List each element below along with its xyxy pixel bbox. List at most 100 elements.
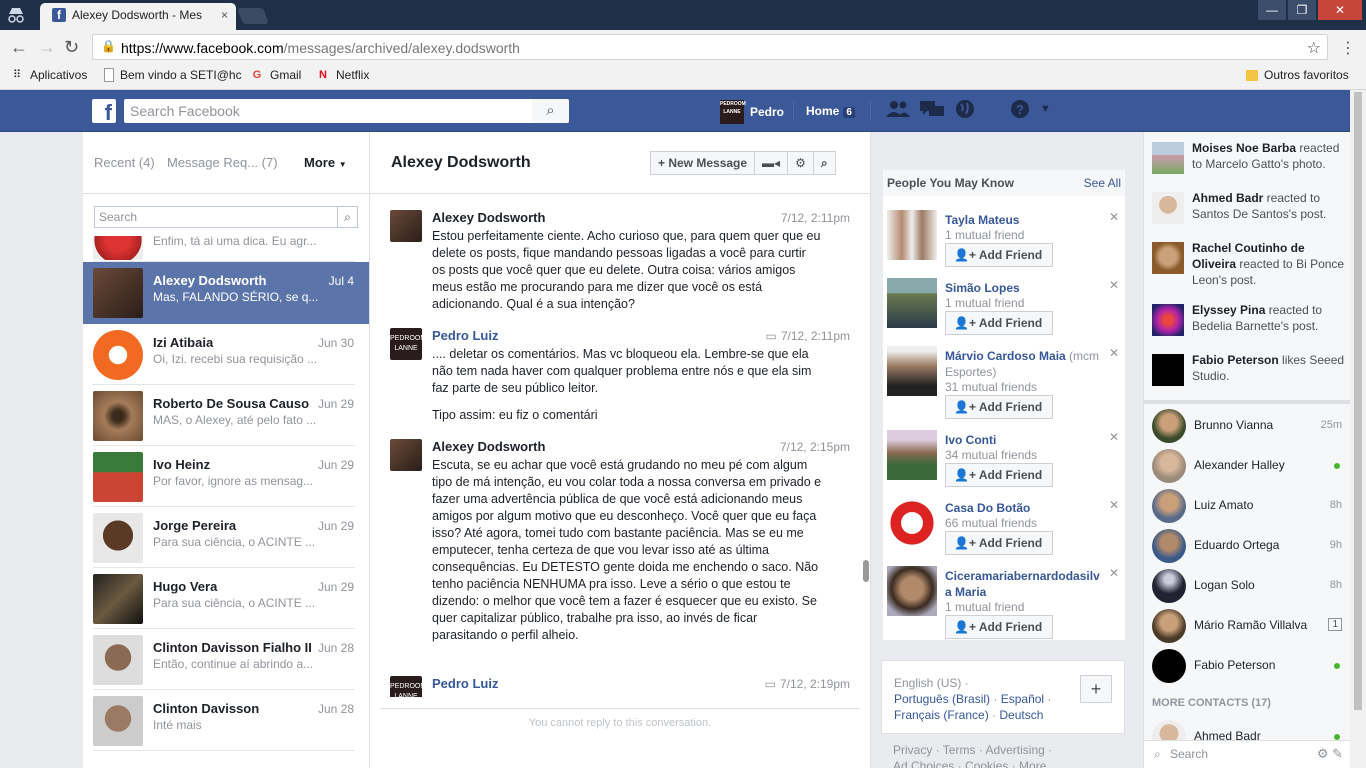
close-icon[interactable]: ✕: [1109, 430, 1119, 444]
tab-message-requests[interactable]: Message Req... (7): [167, 155, 278, 170]
video-call-icon[interactable]: ▬◂: [754, 151, 789, 175]
avatar[interactable]: [887, 498, 937, 548]
page-scrollbar[interactable]: [1350, 90, 1366, 768]
chat-contact[interactable]: Ahmed Badr: [1152, 720, 1342, 740]
bookmark-other[interactable]: Outros favoritos: [1246, 68, 1349, 82]
bookmark-apps[interactable]: ⠿ Aplicativos: [10, 68, 87, 82]
close-icon[interactable]: ✕: [1109, 566, 1119, 580]
gear-icon[interactable]: ⚙: [1317, 746, 1329, 761]
threads-search-input[interactable]: Search ⌕: [94, 206, 358, 228]
minimize-icon[interactable]: —: [1258, 0, 1286, 20]
add-friend-icon: 👤+: [954, 536, 979, 550]
browser-toolbar: ← → ↻ 🔒 https://www.facebook.com/message…: [0, 30, 1366, 64]
svg-text:?: ?: [1016, 102, 1024, 117]
avatar[interactable]: [887, 278, 937, 328]
close-icon[interactable]: ✕: [1109, 498, 1119, 512]
maximize-icon[interactable]: ❐: [1288, 0, 1316, 20]
add-friend-button[interactable]: 👤+ Add Friend: [945, 395, 1054, 419]
avatar: PEDROOM LANNE: [390, 328, 426, 360]
conversation-scrollbar[interactable]: [863, 560, 869, 582]
gear-icon[interactable]: ⚙: [787, 151, 814, 175]
chat-contact[interactable]: Mário Ramão Villalva 1: [1152, 609, 1342, 645]
search-icon[interactable]: ⌕: [532, 99, 569, 123]
notifications-globe-icon[interactable]: [955, 99, 975, 124]
search-icon[interactable]: ⌕: [337, 207, 357, 227]
avatar: [93, 452, 143, 502]
avatar: [93, 236, 143, 260]
language-link[interactable]: Português (Brasil): [894, 692, 990, 706]
avatar[interactable]: [887, 566, 937, 616]
browser-tab-strip: f Alexey Dodsworth - Mes × — ❐ ✕: [0, 0, 1366, 30]
language-link[interactable]: Deutsch: [999, 708, 1043, 722]
chat-contact[interactable]: Alexander Halley: [1152, 449, 1342, 485]
reload-icon[interactable]: ↻: [64, 37, 79, 58]
help-icon[interactable]: ?: [1010, 99, 1030, 124]
chat-contact[interactable]: Brunno Vianna 25m: [1152, 409, 1342, 445]
chrome-menu-icon[interactable]: ⋮: [1340, 38, 1356, 58]
language-link[interactable]: Español: [1001, 692, 1044, 706]
threads-header: Recent (4) Message Req... (7) More ▼: [83, 132, 369, 194]
forward-arrow-icon[interactable]: →: [38, 37, 56, 58]
list-item[interactable]: Enfim, tá ai uma dica. Eu agr...: [93, 236, 355, 262]
close-icon[interactable]: ✕: [1109, 210, 1119, 224]
avatar[interactable]: [887, 210, 937, 260]
more-dropdown[interactable]: More ▼: [304, 155, 347, 170]
add-friend-button[interactable]: 👤+ Add Friend: [945, 463, 1054, 487]
more-languages-button[interactable]: +: [1080, 675, 1112, 703]
close-icon[interactable]: ✕: [1109, 346, 1119, 360]
list-item[interactable]: Clinton Davisson Fialho II Jun 28 Então,…: [93, 629, 355, 690]
new-tab-button[interactable]: [237, 8, 269, 24]
chat-contact[interactable]: Fabio Peterson: [1152, 649, 1342, 685]
browser-tab[interactable]: f Alexey Dodsworth - Mes ×: [40, 3, 236, 30]
add-friend-button[interactable]: 👤+ Add Friend: [945, 615, 1054, 639]
facebook-search-input[interactable]: Search Facebook: [124, 99, 532, 123]
tab-recent[interactable]: Recent (4): [94, 155, 155, 170]
list-item: Casa Do Botão 66 mutual friends 👤+ Add F…: [887, 498, 1125, 562]
avatar[interactable]: [887, 430, 937, 480]
avatar: [1152, 354, 1184, 386]
bookmark-netflix[interactable]: N Netflix: [316, 68, 369, 82]
list-item[interactable]: Alexey Dodsworth Jul 4 Mas, FALANDO SÉRI…: [83, 262, 369, 324]
account-menu-chevron-down-icon[interactable]: ▼: [1040, 103, 1051, 115]
language-link[interactable]: Français (France): [894, 708, 989, 722]
messages-icon[interactable]: [920, 99, 944, 124]
add-friend-button[interactable]: 👤+ Add Friend: [945, 311, 1054, 335]
list-item[interactable]: Clinton Davisson Jun 28 Inté mais: [93, 690, 355, 751]
facebook-favicon-icon: f: [52, 8, 66, 22]
search-icon[interactable]: ⌕: [812, 151, 836, 175]
add-friend-button[interactable]: 👤+ Add Friend: [945, 531, 1054, 555]
home-link[interactable]: Home 6: [806, 104, 855, 118]
list-item: Márvio Cardoso Maia (mcm Esportes) 31 mu…: [887, 346, 1125, 419]
footer-links: Privacy · Terms · Advertising · Ad Choic…: [893, 743, 1053, 768]
unread-count-badge: 1: [1328, 618, 1342, 631]
chat-contact[interactable]: Eduardo Ortega 9h: [1152, 529, 1342, 565]
see-all-link[interactable]: See All: [1084, 176, 1121, 190]
window-close-icon[interactable]: ✕: [1318, 0, 1362, 20]
address-bar[interactable]: 🔒 https://www.facebook.com/messages/arch…: [92, 34, 1328, 60]
avatar: [1152, 569, 1186, 603]
chat-search-input[interactable]: ⌕ Search ⚙ ✎: [1144, 740, 1351, 768]
chat-contact[interactable]: Luiz Amato 8h: [1152, 489, 1342, 525]
list-item[interactable]: Izi Atibaia Jun 30 Oi, Izi. recebi sua r…: [93, 324, 355, 385]
bookmark-gmail[interactable]: G Gmail: [250, 68, 302, 82]
back-arrow-icon[interactable]: ←: [10, 37, 28, 58]
scrollbar-thumb[interactable]: [1354, 92, 1362, 710]
facebook-logo-icon[interactable]: f: [92, 99, 116, 125]
list-item[interactable]: Hugo Vera Jun 29 Para sua ciência, o ACI…: [93, 568, 355, 629]
avatar[interactable]: [887, 346, 937, 396]
new-message-button[interactable]: + New Message: [650, 151, 756, 175]
profile-link[interactable]: PEDROOM LANNE Pedro: [720, 100, 784, 124]
list-item[interactable]: Ivo Heinz Jun 29 Por favor, ignore as me…: [93, 446, 355, 507]
tab-close-icon[interactable]: ×: [221, 8, 228, 22]
list-item[interactable]: Roberto De Sousa Causo Jun 29 MAS, o Ale…: [93, 385, 355, 446]
list-item[interactable]: Jorge Pereira Jun 29 Para sua ciência, o…: [93, 507, 355, 568]
more-contacts-heading: MORE CONTACTS (17): [1152, 697, 1271, 709]
bookmark-star-icon[interactable]: ☆: [1307, 38, 1321, 58]
friend-requests-icon[interactable]: [886, 99, 910, 124]
bookmark-seti[interactable]: Bem vindo a SETI@hc: [104, 68, 242, 82]
close-icon[interactable]: ✕: [1109, 278, 1119, 292]
add-friend-button[interactable]: 👤+ Add Friend: [945, 243, 1054, 267]
chat-contact[interactable]: Logan Solo 8h: [1152, 569, 1342, 605]
compose-icon[interactable]: ✎: [1332, 746, 1343, 761]
netflix-icon: N: [319, 69, 327, 81]
